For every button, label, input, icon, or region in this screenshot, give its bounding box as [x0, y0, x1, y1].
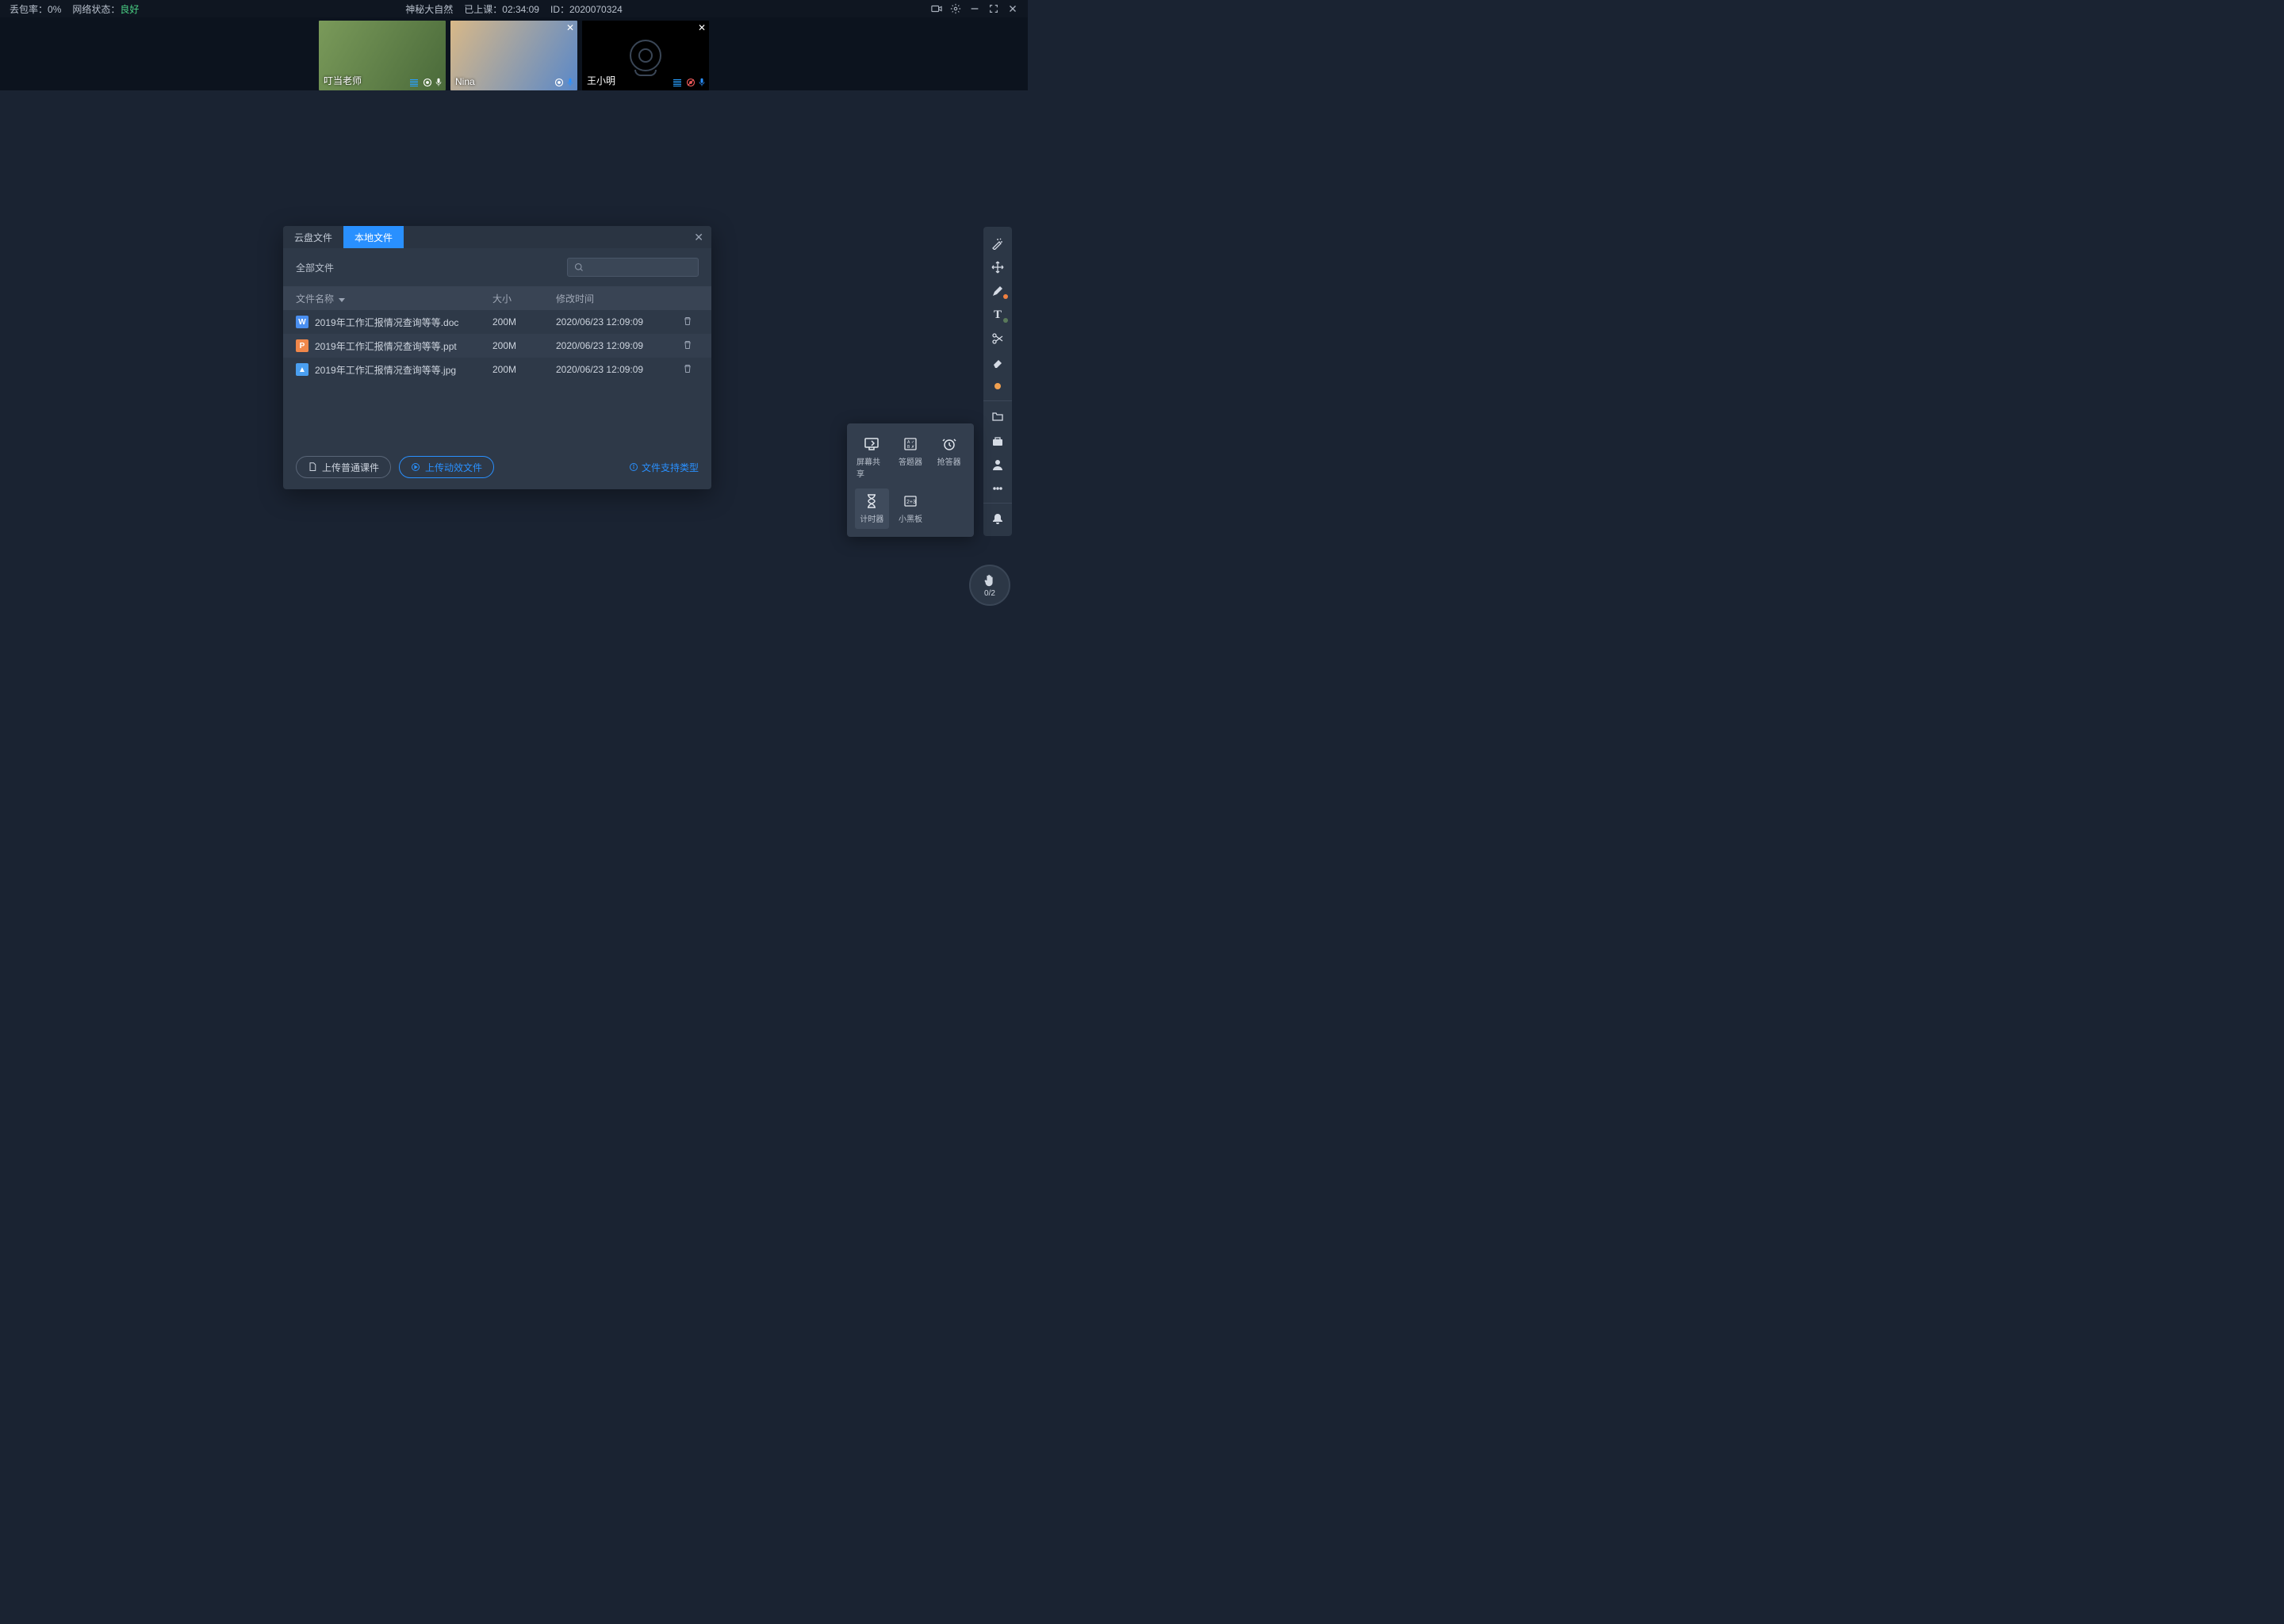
upload-normal-button[interactable]: 上传普通课件 [296, 456, 391, 478]
file-size: 200M [492, 364, 556, 375]
participant-name: Nina [455, 76, 475, 87]
toolbox-popover: 屏幕共享 A✓B✗答题器 抢答器 计时器 2+3小黑板 [847, 423, 974, 537]
folder-tool[interactable] [983, 400, 1012, 429]
camera-muted-icon [686, 78, 696, 87]
screen-icon [863, 436, 880, 452]
file-name: 2019年工作汇报情况查询等等.ppt [315, 339, 492, 353]
file-row[interactable]: ▲ 2019年工作汇报情况查询等等.jpg 200M 2020/06/23 12… [283, 358, 711, 381]
close-tile-icon[interactable]: ✕ [698, 22, 706, 33]
video-strip: 叮当老师 ✕ Nina ✕ 王小明 [0, 17, 1028, 90]
close-icon[interactable] [1007, 3, 1018, 14]
svg-text:✗: ✗ [911, 445, 914, 450]
file-time: 2020/06/23 12:09:09 [556, 340, 683, 351]
gear-icon[interactable] [950, 3, 961, 14]
file-dialog: 云盘文件 本地文件 ✕ 全部文件 文件名称 大小 修改时间 W 2019年工作汇… [283, 226, 711, 489]
packet-loss-label: 丢包率： [10, 4, 48, 15]
record-icon[interactable] [931, 3, 942, 14]
participant-name: 叮当老师 [324, 74, 362, 87]
pen-tool[interactable] [983, 279, 1012, 303]
user-tool[interactable] [983, 453, 1012, 477]
info-icon [629, 462, 638, 472]
filetype-doc-icon: W [296, 316, 308, 328]
table-header: 文件名称 大小 修改时间 [283, 286, 711, 310]
color-tool[interactable] [983, 374, 1012, 398]
delete-icon[interactable] [683, 364, 699, 376]
pop-timer[interactable]: 计时器 [855, 488, 889, 529]
col-size[interactable]: 大小 [492, 292, 556, 305]
camera-icon [423, 78, 432, 87]
file-time: 2020/06/23 12:09:09 [556, 316, 683, 327]
delete-icon[interactable] [683, 316, 699, 328]
hand-count: 0/2 [984, 589, 995, 598]
camera-off-icon [630, 40, 661, 71]
svg-text:2+3: 2+3 [906, 500, 916, 505]
filetype-ppt-icon: P [296, 339, 308, 352]
participant-tile[interactable]: ✕ 王小明 [582, 21, 709, 90]
col-name: 文件名称 [296, 293, 334, 304]
dialog-tabs: 云盘文件 本地文件 ✕ [283, 226, 711, 248]
id-label: ID： [550, 4, 569, 15]
app-title: 神秘大自然 [405, 2, 453, 16]
search-input[interactable] [567, 258, 699, 277]
minimize-icon[interactable] [969, 3, 980, 14]
right-toolbar: T [983, 227, 1012, 536]
hand-raise-button[interactable]: 0/2 [969, 565, 1010, 606]
file-time: 2020/06/23 12:09:09 [556, 364, 683, 375]
col-time[interactable]: 修改时间 [556, 292, 683, 305]
mic-icon [698, 78, 706, 87]
pop-board[interactable]: 2+3小黑板 [894, 488, 928, 529]
duration-label: 已上课： [464, 4, 502, 15]
file-size: 200M [492, 340, 556, 351]
play-icon [411, 462, 420, 472]
upload-anim-button[interactable]: 上传动效文件 [399, 456, 494, 478]
eraser-tool[interactable] [983, 350, 1012, 374]
search-icon [574, 262, 584, 272]
packet-loss-value: 0% [48, 4, 61, 15]
file-icon [308, 462, 317, 472]
hand-icon [983, 573, 997, 588]
file-row[interactable]: P 2019年工作汇报情况查询等等.ppt 200M 2020/06/23 12… [283, 334, 711, 358]
camera-icon [554, 78, 564, 87]
participant-tile[interactable]: ✕ Nina [450, 21, 577, 90]
tab-cloud[interactable]: 云盘文件 [283, 226, 343, 248]
laser-tool[interactable] [983, 232, 1012, 255]
chat-tool[interactable] [983, 477, 1012, 500]
duration-value: 02:34:09 [502, 4, 539, 15]
close-tile-icon[interactable]: ✕ [566, 22, 574, 33]
dialog-close-icon[interactable]: ✕ [694, 231, 703, 244]
delete-icon[interactable] [683, 340, 699, 352]
network-value: 良好 [120, 4, 139, 15]
top-bar: 丢包率：0% 网络状态：良好 神秘大自然 已上课：02:34:09 ID：202… [0, 0, 1028, 17]
board-icon: 2+3 [902, 493, 919, 509]
participant-name: 王小明 [587, 74, 615, 87]
file-name: 2019年工作汇报情况查询等等.jpg [315, 363, 492, 377]
support-link[interactable]: 文件支持类型 [629, 461, 699, 474]
toolbox-tool[interactable] [983, 429, 1012, 453]
sort-icon [339, 298, 345, 302]
bell-tool[interactable] [983, 503, 1012, 531]
alarm-icon [941, 436, 958, 452]
network-label: 网络状态： [72, 4, 120, 15]
id-value: 2020070324 [569, 4, 623, 15]
pop-screen-share[interactable]: 屏幕共享 [855, 431, 889, 484]
file-name: 2019年工作汇报情况查询等等.doc [315, 316, 492, 329]
maximize-icon[interactable] [988, 3, 999, 14]
filetype-image-icon: ▲ [296, 363, 308, 376]
pop-quiz[interactable]: A✓B✗答题器 [894, 431, 928, 484]
mic-icon [566, 78, 574, 87]
file-row[interactable]: W 2019年工作汇报情况查询等等.doc 200M 2020/06/23 12… [283, 310, 711, 334]
participant-tile[interactable]: 叮当老师 [319, 21, 446, 90]
move-tool[interactable] [983, 255, 1012, 279]
file-size: 200M [492, 316, 556, 327]
text-tool[interactable]: T [983, 303, 1012, 327]
mic-icon [435, 78, 443, 87]
file-list: W 2019年工作汇报情况查询等等.doc 200M 2020/06/23 12… [283, 310, 711, 445]
pop-buzzer[interactable]: 抢答器 [932, 431, 966, 484]
all-files-label[interactable]: 全部文件 [296, 261, 334, 274]
quiz-icon: A✓B✗ [902, 436, 919, 452]
timer-icon [863, 493, 880, 509]
svg-text:B: B [907, 445, 910, 450]
scissors-tool[interactable] [983, 327, 1012, 350]
tab-local[interactable]: 本地文件 [343, 226, 404, 248]
